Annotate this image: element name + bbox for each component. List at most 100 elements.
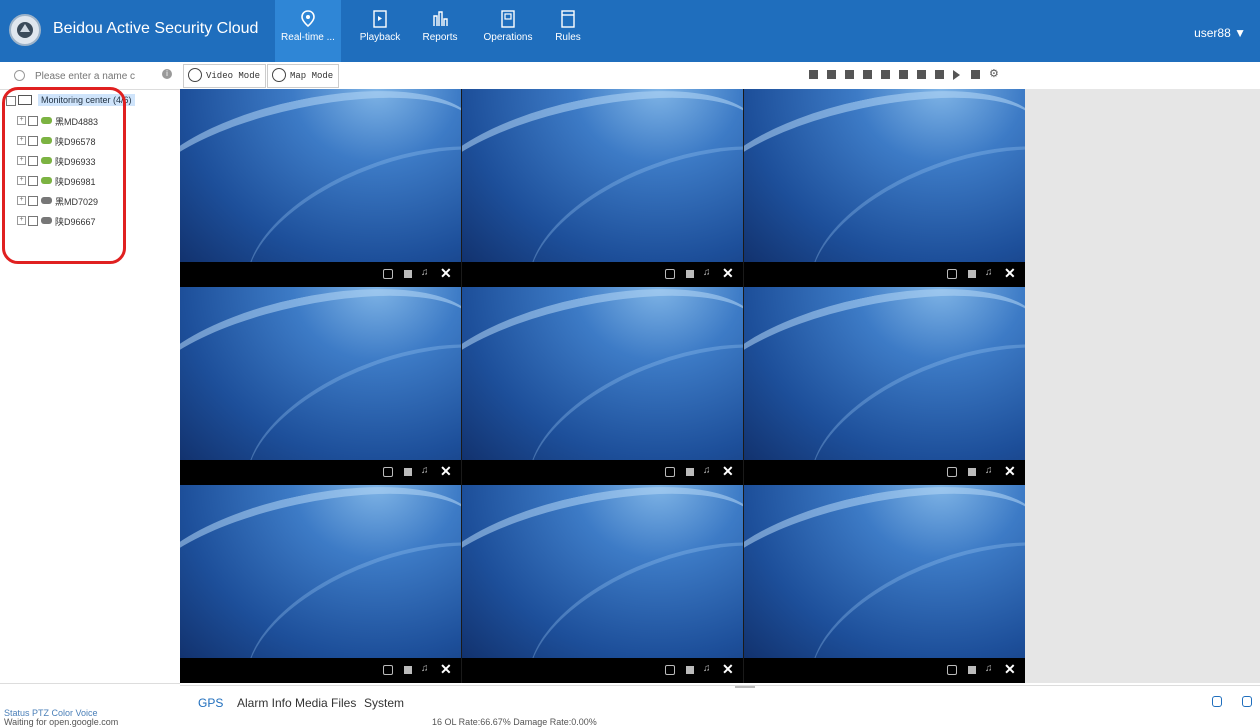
tab-media-files[interactable]: Media Files xyxy=(295,696,356,710)
location-pin-icon xyxy=(301,10,315,28)
user-menu[interactable]: user88 ▼ xyxy=(1194,26,1246,40)
video-screen xyxy=(180,89,461,262)
gear-icon[interactable]: ⚙ xyxy=(989,67,999,80)
video-screen xyxy=(462,287,743,460)
audio-icon[interactable]: ♫ xyxy=(985,267,997,278)
stop-icon[interactable] xyxy=(404,666,412,674)
close-icon[interactable]: ✕ xyxy=(722,265,734,281)
layout-1-icon[interactable] xyxy=(809,70,818,79)
fullscreen-icon[interactable] xyxy=(917,70,926,79)
rate-status: 16 OL Rate:66.67% Damage Rate:0.00% xyxy=(432,717,597,727)
video-cell[interactable]: ♫ ✕ xyxy=(744,89,1025,287)
close-icon[interactable]: ✕ xyxy=(440,661,452,677)
video-controls: ♫ ✕ xyxy=(180,460,461,485)
nav-realtime[interactable]: Real-time ... xyxy=(275,0,341,62)
camera-icon[interactable] xyxy=(947,467,957,477)
video-screen xyxy=(180,485,461,658)
map-pin-icon xyxy=(272,68,286,82)
operations-icon xyxy=(501,10,515,28)
video-screen xyxy=(462,485,743,658)
layout-custom-icon[interactable] xyxy=(935,70,944,79)
resize-handle[interactable] xyxy=(735,686,755,688)
stop-icon[interactable] xyxy=(968,666,976,674)
audio-icon[interactable]: ♫ xyxy=(421,465,433,476)
play-icon[interactable] xyxy=(953,70,960,80)
camera-icon[interactable] xyxy=(947,269,957,279)
info-icon[interactable]: i xyxy=(162,69,172,79)
video-controls: ♫ ✕ xyxy=(180,658,461,683)
stop-all-icon[interactable] xyxy=(971,70,980,79)
rules-icon xyxy=(561,10,575,28)
video-controls: ♫ ✕ xyxy=(462,262,743,287)
layout-6-icon[interactable] xyxy=(845,70,854,79)
camera-icon[interactable] xyxy=(383,665,393,675)
layout-4-icon[interactable] xyxy=(827,70,836,79)
lock-icon[interactable] xyxy=(1212,696,1222,707)
stop-icon[interactable] xyxy=(404,468,412,476)
close-icon[interactable]: ✕ xyxy=(1004,463,1016,479)
nav-playback[interactable]: Playback xyxy=(358,10,402,62)
video-controls: ♫ ✕ xyxy=(744,658,1025,683)
playback-icon xyxy=(373,10,387,28)
close-icon[interactable]: ✕ xyxy=(440,265,452,281)
nav-rules[interactable]: Rules xyxy=(553,10,583,62)
stop-icon[interactable] xyxy=(968,468,976,476)
close-icon[interactable]: ✕ xyxy=(440,463,452,479)
stop-icon[interactable] xyxy=(968,270,976,278)
video-cell[interactable]: ♫ ✕ xyxy=(744,485,1025,683)
app-logo xyxy=(9,14,41,46)
audio-icon[interactable]: ♫ xyxy=(985,465,997,476)
camera-icon[interactable] xyxy=(665,269,675,279)
video-controls: ♫ ✕ xyxy=(180,262,461,287)
audio-icon[interactable]: ♫ xyxy=(985,663,997,674)
video-mode-button[interactable]: Video Mode xyxy=(183,64,267,88)
layout-9-icon[interactable] xyxy=(881,70,890,79)
camera-icon[interactable] xyxy=(665,665,675,675)
video-cell[interactable]: ♫ ✕ xyxy=(462,485,743,683)
stop-icon[interactable] xyxy=(686,468,694,476)
video-grid: ♫ ✕ ♫ ✕ ♫ ✕ ♫ ✕ ♫ ✕ ♫ ✕ ♫ ✕ ♫ ✕ ♫ ✕ xyxy=(180,89,1025,683)
stop-icon[interactable] xyxy=(686,270,694,278)
audio-icon[interactable]: ♫ xyxy=(421,663,433,674)
video-cell[interactable]: ♫ ✕ xyxy=(180,89,461,287)
audio-icon[interactable]: ♫ xyxy=(703,267,715,278)
close-icon[interactable]: ✕ xyxy=(722,661,734,677)
search-input[interactable] xyxy=(33,67,157,85)
video-cell[interactable]: ♫ ✕ xyxy=(180,485,461,683)
unlock-icon[interactable] xyxy=(1242,696,1252,707)
video-cell[interactable]: ♫ ✕ xyxy=(744,287,1025,485)
audio-icon[interactable]: ♫ xyxy=(421,267,433,278)
layout-16-icon[interactable] xyxy=(899,70,908,79)
tab-gps[interactable]: GPS xyxy=(198,696,223,710)
video-screen xyxy=(744,89,1025,262)
search-icon xyxy=(14,70,25,81)
video-screen xyxy=(180,287,461,460)
video-controls: ♫ ✕ xyxy=(462,658,743,683)
map-mode-button[interactable]: Map Mode xyxy=(267,64,340,88)
camera-icon[interactable] xyxy=(383,467,393,477)
close-icon[interactable]: ✕ xyxy=(1004,265,1016,281)
mode-toolbar: Video Mode Map Mode ⚙ xyxy=(180,62,1025,90)
reports-icon xyxy=(433,11,448,26)
video-screen xyxy=(744,287,1025,460)
tab-system[interactable]: System xyxy=(364,696,404,710)
nav-reports[interactable]: Reports xyxy=(418,10,462,62)
nav-operations[interactable]: Operations xyxy=(481,10,535,62)
camera-icon[interactable] xyxy=(665,467,675,477)
layout-8-icon[interactable] xyxy=(863,70,872,79)
camera-icon[interactable] xyxy=(383,269,393,279)
audio-icon[interactable]: ♫ xyxy=(703,465,715,476)
stop-icon[interactable] xyxy=(404,270,412,278)
audio-icon[interactable]: ♫ xyxy=(703,663,715,674)
video-cell-selected[interactable]: ♫ ✕ xyxy=(462,287,743,485)
right-side-panel xyxy=(1025,89,1260,683)
chevron-down-icon: ▼ xyxy=(1234,26,1246,40)
close-icon[interactable]: ✕ xyxy=(722,463,734,479)
close-icon[interactable]: ✕ xyxy=(1004,661,1016,677)
tab-alarm-info[interactable]: Alarm Info xyxy=(237,696,292,710)
top-nav-bar: Beidou Active Security Cloud Platform Re… xyxy=(0,0,1260,62)
stop-icon[interactable] xyxy=(686,666,694,674)
video-cell[interactable]: ♫ ✕ xyxy=(462,89,743,287)
video-cell[interactable]: ♫ ✕ xyxy=(180,287,461,485)
camera-icon[interactable] xyxy=(947,665,957,675)
